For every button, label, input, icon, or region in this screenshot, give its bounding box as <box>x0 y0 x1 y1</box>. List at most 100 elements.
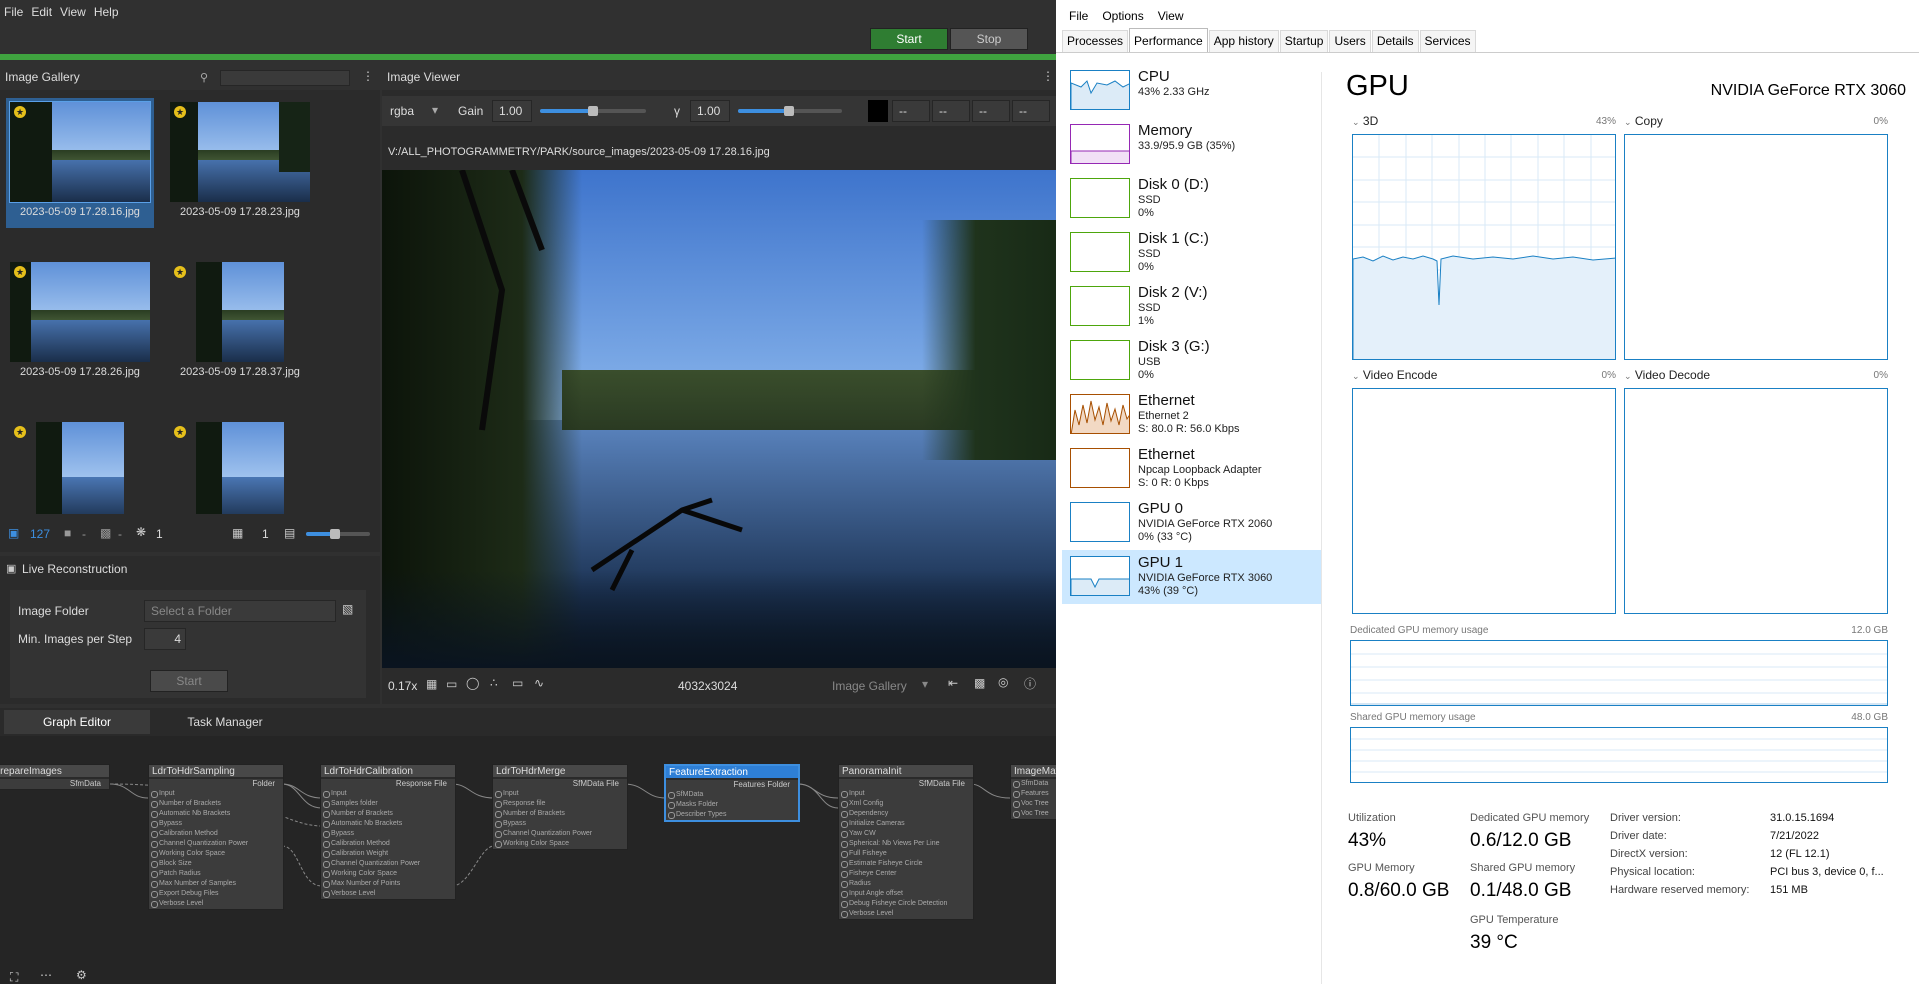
node-attribute[interactable]: Dependency <box>839 809 973 819</box>
resource-item[interactable]: Ethernet Ethernet 2 S: 80.0 R: 56.0 Kbps <box>1062 388 1322 442</box>
resource-item[interactable]: Ethernet Npcap Loopback Adapter S: 0 R: 0 … <box>1062 442 1322 496</box>
resource-item[interactable]: CPU 43% 2.33 GHz <box>1062 64 1322 118</box>
node-output[interactable]: SfMData File <box>493 779 627 789</box>
chevron-down-icon[interactable]: ⌄ <box>1352 371 1360 381</box>
resource-item[interactable]: GPU 1 NVIDIA GeForce RTX 3060 43% (39 °C) <box>1062 550 1322 604</box>
info-icon[interactable]: ⓘ <box>1024 675 1036 692</box>
gain-slider[interactable] <box>540 106 646 116</box>
graph-node[interactable]: amaPrepareImagesSfmData <box>0 764 110 790</box>
node-attribute[interactable]: Calibration Method <box>321 839 455 849</box>
node-attribute[interactable]: Fisheye Center <box>839 869 973 879</box>
start-button[interactable]: Start <box>870 28 948 50</box>
node-attribute[interactable]: Voc Tree <box>1011 799 1056 809</box>
gallery-thumb[interactable]: ★ 2023-05-09 17.28.23.jpg <box>166 98 314 228</box>
node-attribute[interactable]: Describer Types <box>666 810 798 820</box>
node-attribute[interactable]: Max Number of Points <box>321 879 455 889</box>
graph-node[interactable]: PanoramaInit SfMData File Input Xml Config D… <box>838 764 974 920</box>
thumbnail-size-slider[interactable] <box>306 529 370 539</box>
chevron-down-icon[interactable]: ⌄ <box>1352 117 1360 127</box>
more-menu-icon[interactable]: ⋮ <box>362 69 374 83</box>
node-attribute[interactable]: Input <box>321 789 455 799</box>
viewer-menu-icon[interactable]: ⋮ <box>1042 69 1054 83</box>
node-attribute[interactable]: Channel Quantization Power <box>149 839 283 849</box>
gallery-thumb[interactable]: ★ 2023-05-09 17.28.37.jpg <box>166 258 314 388</box>
node-attribute[interactable]: Automatic Nb Brackets <box>321 819 455 829</box>
node-attribute[interactable]: Number of Brackets <box>493 809 627 819</box>
node-attribute[interactable]: Channel Quantization Power <box>321 859 455 869</box>
image-icon[interactable]: ▣ <box>8 526 19 540</box>
node-attribute[interactable]: Response file <box>493 799 627 809</box>
sphere-icon[interactable]: ◯ <box>466 676 479 690</box>
node-attribute[interactable]: Yaw CW <box>839 829 973 839</box>
live-start-button[interactable]: Start <box>150 670 228 692</box>
gallery-search-input[interactable] <box>220 70 350 86</box>
gallery-thumb[interactable]: ★ 2023-05-09 17.28.16.jpg <box>6 98 154 228</box>
intrinsics-icon[interactable]: ❋ <box>136 525 146 539</box>
node-attribute[interactable]: Estimate Fisheye Circle <box>839 859 973 869</box>
globe-icon[interactable]: ◎ <box>998 675 1008 689</box>
tab-task-manager[interactable]: Task Manager <box>152 710 298 734</box>
channel-select[interactable]: rgba <box>390 104 414 118</box>
gallery-thumb[interactable]: ★ <box>6 418 154 514</box>
node-attribute[interactable]: Number of Brackets <box>149 799 283 809</box>
node-attribute[interactable]: Verbose Level <box>149 899 283 909</box>
tab-app-history[interactable]: App history <box>1208 30 1279 52</box>
gamma-slider[interactable] <box>738 106 842 116</box>
tm-menu-file[interactable]: File <box>1062 9 1095 23</box>
frame-icon[interactable]: ▭ <box>446 677 457 691</box>
menu-help[interactable]: Help <box>94 5 127 19</box>
rectangle-icon[interactable]: ▭ <box>512 676 523 690</box>
node-attribute[interactable]: Block Size <box>149 859 283 869</box>
tab-details[interactable]: Details <box>1371 30 1419 52</box>
node-attribute[interactable]: SfMData <box>666 790 798 800</box>
node-attribute[interactable]: Verbose Level <box>321 889 455 899</box>
node-attribute[interactable]: Working Color Space <box>493 839 627 849</box>
graph-canvas[interactable]: amaPrepareImagesSfmDataLdrToHdrSamplingF… <box>0 736 1056 984</box>
main-image[interactable] <box>382 170 1056 668</box>
node-output[interactable]: SfMData File <box>839 779 973 789</box>
node-attribute[interactable]: Debug Fisheye Circle Detection <box>839 899 973 909</box>
node-attribute[interactable]: Radius <box>839 879 973 889</box>
node-attribute[interactable]: Automatic Nb Brackets <box>149 809 283 819</box>
node-attribute[interactable]: Masks Folder <box>666 800 798 810</box>
node-output[interactable]: SfmData <box>0 779 109 789</box>
tab-processes[interactable]: Processes <box>1062 30 1129 52</box>
node-attribute[interactable]: Verbose Level <box>839 909 973 919</box>
graph-node[interactable]: LdrToHdrCalibration Response File Input Sam… <box>320 764 456 900</box>
node-attribute[interactable]: Initialize Cameras <box>839 819 973 829</box>
resource-item[interactable]: Disk 2 (V:) SSD 1% <box>1062 280 1322 334</box>
graph-node[interactable]: FeatureExtraction Features Folder SfMData M… <box>664 764 800 822</box>
node-attribute[interactable]: Spherical: Nb Views Per Line <box>839 839 973 849</box>
menu-file[interactable]: File <box>4 5 31 19</box>
fit-view-icon[interactable]: ⛶ <box>10 970 18 984</box>
grid-icon[interactable]: ▤ <box>284 526 295 540</box>
tab-startup[interactable]: Startup <box>1279 30 1329 52</box>
image-folder-input[interactable]: Select a Folder <box>144 600 336 622</box>
tab-graph-editor[interactable]: Graph Editor <box>4 710 150 734</box>
node-attribute[interactable]: Calibration Weight <box>321 849 455 859</box>
gain-input[interactable]: 1.00 <box>492 100 532 122</box>
camera-icon[interactable]: ■ <box>64 526 71 540</box>
tm-menu-view[interactable]: View <box>1151 9 1191 23</box>
tab-users[interactable]: Users <box>1329 30 1371 52</box>
node-attribute[interactable]: Number of Brackets <box>321 809 455 819</box>
gear-icon[interactable]: ⚙ <box>76 968 87 982</box>
more-icon[interactable]: ⋯ <box>40 968 52 982</box>
resource-item[interactable]: GPU 0 NVIDIA GeForce RTX 2060 0% (33 °C) <box>1062 496 1322 550</box>
gallery-thumb[interactable]: ★ 2023-05-09 17.28.26.jpg <box>6 258 154 388</box>
node-attribute[interactable]: Patch Radius <box>149 869 283 879</box>
node-attribute[interactable]: Voc Tree <box>1011 809 1056 819</box>
tab-performance[interactable]: Performance <box>1129 28 1208 52</box>
chevron-down-icon[interactable]: ▾ <box>922 677 928 691</box>
node-attribute[interactable]: Export Debug Files <box>149 889 283 899</box>
node-attribute[interactable]: Input Angle offset <box>839 889 973 899</box>
node-attribute[interactable]: Full Fisheye <box>839 849 973 859</box>
resource-item[interactable]: Memory 33.9/95.9 GB (35%) <box>1062 118 1322 172</box>
node-output[interactable]: Response File <box>321 779 455 789</box>
chevron-down-icon[interactable]: ▾ <box>432 103 438 117</box>
hatch-icon[interactable]: ▦ <box>426 677 437 691</box>
graph-node[interactable]: ImageMat SfmData Features Voc Tree Voc Tree <box>1010 764 1056 820</box>
points-icon[interactable]: ∴ <box>490 676 498 690</box>
no-camera-icon[interactable]: ▩ <box>100 526 111 540</box>
node-attribute[interactable]: Calibration Method <box>149 829 283 839</box>
